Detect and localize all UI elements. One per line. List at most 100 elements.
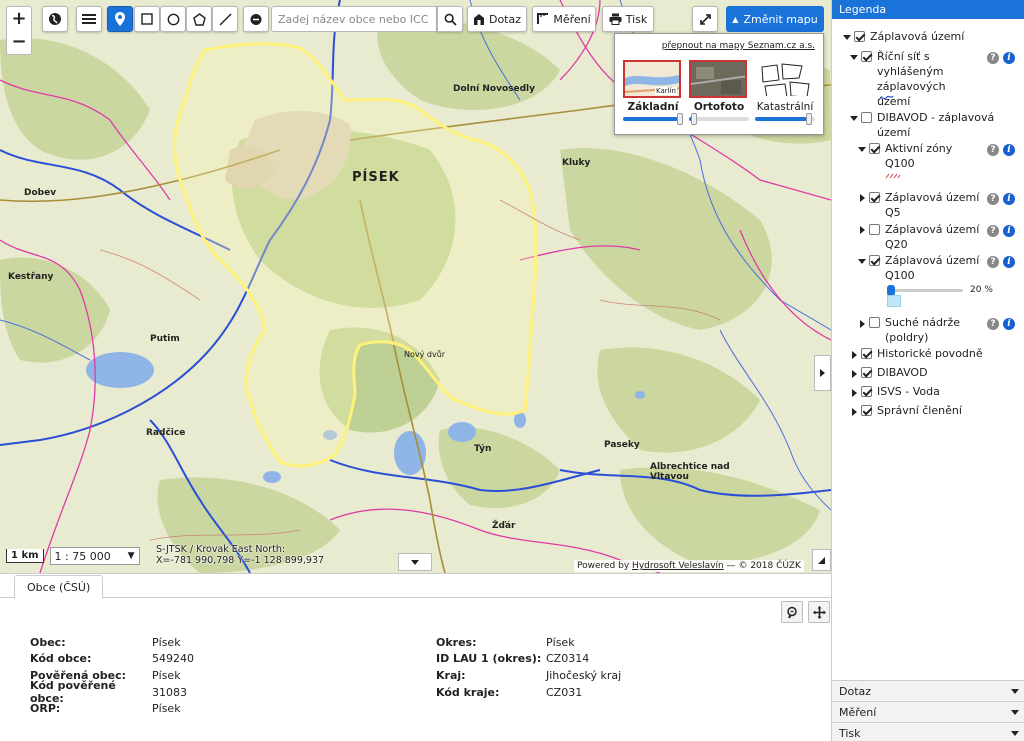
search-button[interactable] [437, 6, 463, 32]
map-place-label: Paseky [604, 440, 640, 450]
basemap-thumbnail[interactable] [755, 60, 813, 98]
layer-checkbox[interactable] [869, 224, 880, 235]
move-icon [812, 605, 826, 619]
attribute-key: ORP: [30, 702, 61, 716]
info-icon[interactable]: i [1003, 193, 1015, 205]
info-icon[interactable]: i [1003, 256, 1015, 268]
zoom-to-feature-button[interactable] [781, 601, 803, 623]
help-icon[interactable]: ? [987, 52, 999, 64]
basemap-name: Ortofoto [693, 101, 745, 113]
attribute-value: Písek [152, 668, 181, 682]
toggle-bottom-panel-button[interactable] [398, 553, 432, 571]
opacity-slider[interactable] [623, 113, 683, 125]
attributes-right: Okres: Písek ID LAU 1 (okres): CZ0314 Kraj… [436, 634, 621, 700]
help-icon[interactable]: ? [987, 225, 999, 237]
opacity-knob[interactable] [806, 113, 812, 125]
coordinates-readout: S-JTSK / Krovak East North: X=-781 990,7… [156, 544, 324, 566]
help-icon[interactable]: ? [987, 193, 999, 205]
menu-button[interactable] [76, 6, 102, 32]
expand-arrow-icon[interactable] [860, 320, 865, 328]
info-icon[interactable]: i [1003, 144, 1015, 156]
attribute-value: CZ0314 [546, 652, 590, 666]
search-input[interactable] [271, 6, 437, 32]
basemap-thumbnail[interactable] [689, 60, 747, 98]
attribute-row: Kód pověřené obce: 31083 [30, 679, 194, 705]
layer-checkbox[interactable] [861, 51, 872, 62]
zoom-out-button[interactable]: − [6, 29, 32, 55]
layer-checkbox[interactable] [861, 367, 872, 378]
caret-up-icon: ▲ [732, 14, 739, 24]
attribute-value: 31083 [152, 685, 187, 699]
expand-arrow-icon[interactable] [852, 351, 857, 359]
opacity-knob[interactable] [690, 113, 697, 125]
help-icon[interactable]: ? [987, 256, 999, 268]
accordion-mereni[interactable]: Měření [832, 701, 1024, 722]
select-polygon-button[interactable] [186, 6, 212, 32]
map-view[interactable]: PÍSEK Dobev Kestřany Putim Radčice Kluky… [0, 0, 831, 573]
tisk-button[interactable]: Tisk [602, 6, 654, 32]
select-rectangle-button[interactable] [134, 6, 160, 32]
expand-arrow-icon[interactable] [852, 389, 857, 397]
collapse-arrow-icon[interactable] [850, 116, 858, 121]
attribution-prefix: Powered by [577, 561, 630, 571]
tab-obce[interactable]: Obce (ČSÚ) [14, 575, 104, 599]
collapse-arrow-icon[interactable] [858, 259, 866, 264]
change-map-button[interactable]: ▲ Změnit mapu [726, 6, 824, 32]
eraser-icon [250, 13, 262, 25]
select-point-button[interactable] [107, 6, 133, 32]
mereni-button[interactable]: Měření [532, 6, 596, 32]
map-place-label: Dolní Novosedly [453, 84, 535, 94]
scale-select[interactable]: 1 : 75 000 ▼ [49, 547, 140, 565]
collapse-arrow-icon[interactable] [850, 55, 858, 60]
select-circle-button[interactable] [160, 6, 186, 32]
accordion-tisk[interactable]: Tisk [832, 722, 1024, 741]
basemap-thumbnail[interactable]: Karlín [623, 60, 681, 98]
help-icon[interactable]: ? [987, 144, 999, 156]
pan-to-feature-button[interactable] [808, 601, 830, 623]
basemap-option-zakladni[interactable]: Karlín Základní [623, 60, 683, 132]
layer-checkbox[interactable] [854, 31, 865, 42]
expand-arrow-icon[interactable] [860, 226, 865, 234]
layer-checkbox[interactable] [869, 192, 880, 203]
collapse-arrow-icon[interactable] [843, 35, 851, 40]
clear-selection-button[interactable] [243, 6, 269, 32]
collapse-arrow-icon[interactable] [858, 147, 866, 152]
layer-checkbox[interactable] [869, 143, 880, 154]
overview-map-button[interactable] [812, 549, 831, 571]
opacity-slider[interactable] [755, 113, 815, 125]
attribution-link[interactable]: Hydrosoft Veleslavín [632, 561, 724, 571]
attributes-left: Obec: Písek Kód obce: 549240 Pověřená obec… [30, 634, 194, 717]
accordion-label: Tisk [839, 726, 861, 740]
basemap-option-katastralni[interactable]: Katastrální [755, 60, 815, 132]
accordion-dotaz[interactable]: Dotaz [832, 680, 1024, 701]
layer-checkbox[interactable] [861, 112, 872, 123]
layer-checkbox[interactable] [861, 348, 872, 359]
polygon-icon [192, 12, 206, 26]
opacity-knob[interactable] [677, 113, 683, 125]
map-place-label: Kestřany [8, 272, 54, 282]
info-icon[interactable]: i [1003, 318, 1015, 330]
select-line-button[interactable] [212, 6, 238, 32]
layer-checkbox[interactable] [861, 386, 872, 397]
toggle-legend-button[interactable] [814, 355, 831, 391]
basemap-option-ortofoto[interactable]: Ortofoto [689, 60, 749, 132]
expand-arrow-icon[interactable] [852, 370, 857, 378]
fullscreen-button[interactable] [692, 6, 718, 32]
expand-arrow-icon[interactable] [860, 194, 865, 202]
info-icon[interactable]: i [1003, 225, 1015, 237]
expand-arrow-icon[interactable] [852, 408, 857, 416]
layer-checkbox[interactable] [861, 405, 872, 416]
info-icon[interactable]: i [1003, 52, 1015, 64]
basemap-switcher: přepnout na mapy Seznam.cz a.s. Karlín Z… [614, 33, 824, 135]
layer-checkbox[interactable] [869, 255, 880, 266]
help-icon[interactable]: ? [987, 318, 999, 330]
layer-opacity-slider[interactable] [887, 285, 963, 296]
ruler-icon [537, 13, 549, 24]
layer-checkbox[interactable] [869, 317, 880, 328]
seznam-switch-link[interactable]: přepnout na mapy Seznam.cz a.s. [662, 41, 815, 51]
globe-button[interactable] [42, 6, 68, 32]
map-place-label: Týn [474, 444, 492, 454]
attribute-row: ID LAU 1 (okres): CZ0314 [436, 651, 621, 668]
opacity-slider[interactable] [689, 113, 749, 125]
dotaz-button[interactable]: Dotaz [467, 6, 527, 32]
